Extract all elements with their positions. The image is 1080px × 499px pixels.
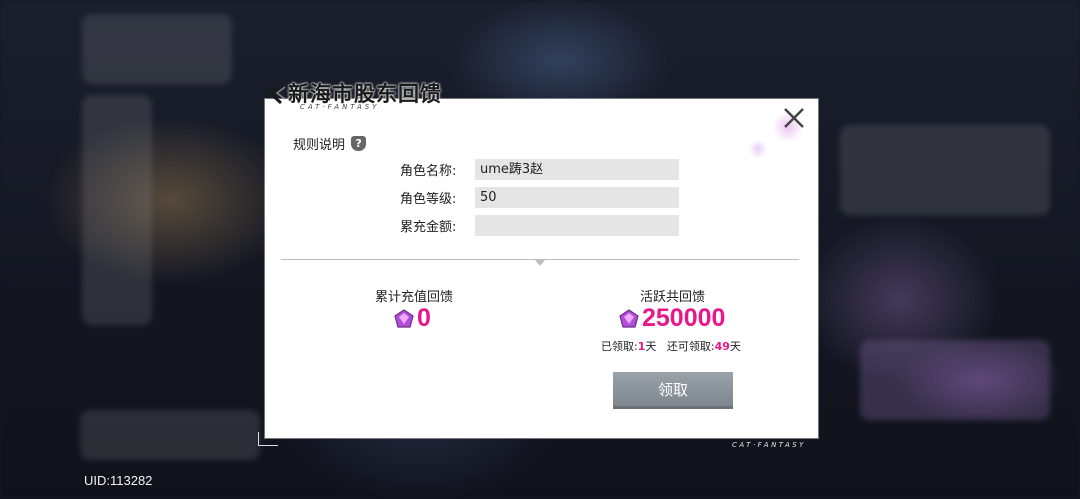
divider-notch	[535, 260, 545, 266]
help-icon: ?	[351, 136, 367, 151]
active-reward-amount: 250000	[618, 304, 725, 333]
remaining-prefix: 还可领取:	[666, 340, 715, 353]
corner-decoration	[258, 432, 278, 446]
claim-button[interactable]: 领取	[613, 372, 733, 409]
remaining-days: 49	[714, 340, 730, 353]
field-label: 角色名称:	[400, 164, 457, 179]
role-level-value: 50	[475, 187, 679, 208]
field-label: 角色等级:	[400, 192, 457, 207]
gem-icon	[394, 308, 414, 328]
active-reward-value: 250000	[642, 304, 726, 332]
claimed-prefix: 已领取:	[601, 340, 638, 353]
footer-brand: CAT·FANTASY	[732, 441, 806, 449]
close-icon[interactable]	[780, 104, 808, 132]
field-total-recharge: 累充金额:	[400, 215, 679, 236]
field-role-level: 角色等级: 50	[400, 187, 679, 208]
remaining-unit: 天	[729, 340, 741, 353]
recharge-reward-title: 累计充值回馈	[375, 290, 454, 305]
rules-label: 规则说明	[293, 138, 346, 153]
recharge-reward-value: 0	[417, 304, 431, 332]
chevron-left-icon	[267, 81, 286, 105]
field-role-name: 角色名称: ume踌3赵	[400, 159, 679, 180]
gem-icon	[619, 308, 639, 328]
field-label: 累充金额:	[400, 220, 457, 235]
recharge-reward-amount: 0	[393, 304, 431, 333]
uid-label: UID:113282	[84, 473, 153, 488]
claimed-unit: 天	[645, 340, 657, 353]
title-brand-subtext: CAT·FANTASY	[300, 103, 380, 111]
claim-progress-text: 已领取:1天 还可领取:49天	[601, 338, 741, 354]
rules-link[interactable]: 规则说明 ?	[293, 134, 367, 153]
role-name-value: ume踌3赵	[475, 159, 679, 180]
active-reward-title: 活跃共回馈	[640, 290, 706, 305]
total-recharge-value	[475, 215, 679, 236]
